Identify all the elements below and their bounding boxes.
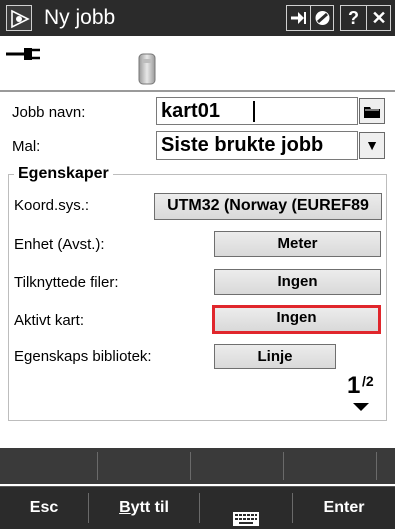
properties-group-title: Egenskaper	[14, 165, 113, 183]
enter-button[interactable]: Enter	[293, 487, 395, 529]
power-plug-icon	[6, 46, 42, 67]
app-logo-icon[interactable]	[6, 5, 32, 31]
switch-to-button[interactable]: Bytt til	[89, 487, 199, 529]
keyboard-button[interactable]	[200, 487, 292, 529]
distance-unit-button[interactable]: Meter	[214, 231, 381, 257]
active-map-button[interactable]: Ingen	[212, 305, 381, 334]
folder-icon	[364, 105, 380, 123]
window-title: Ny jobb	[44, 6, 116, 29]
keyboard-icon	[233, 501, 259, 529]
header-divider	[0, 90, 395, 92]
text-cursor	[253, 101, 255, 122]
coord-system-label: Koord.sys.:	[14, 197, 90, 214]
feature-library-button[interactable]: Linje	[214, 344, 336, 369]
linked-files-label: Tilknyttede filer:	[14, 274, 119, 291]
close-icon[interactable]: ✕	[367, 6, 391, 30]
job-name-field[interactable]: kart01	[156, 97, 358, 125]
switch-to-accesskey: B	[119, 499, 131, 516]
page-total: /2	[362, 373, 374, 389]
switch-to-label: ytt til	[130, 499, 169, 516]
job-name-label: Jobb navn:	[12, 104, 86, 121]
template-label: Mal:	[12, 138, 41, 155]
esc-button[interactable]: Esc	[0, 487, 88, 529]
linked-files-button[interactable]: Ingen	[214, 269, 381, 295]
gps-icon[interactable]	[311, 6, 334, 30]
template-select[interactable]: Siste brukte jobb	[156, 131, 358, 160]
softkey-bar: Esc Bytt til Enter	[0, 486, 395, 529]
device-receiver-icon	[137, 53, 157, 90]
feature-library-label: Egenskaps bibliotek:	[14, 348, 152, 365]
title-bar: Ny jobb ? ✕	[0, 0, 395, 36]
chevron-down-icon: ▼	[365, 137, 379, 153]
title-window-group: ? ✕	[340, 5, 391, 31]
page-current: 1	[347, 372, 361, 399]
active-map-label: Aktivt kart:	[14, 312, 85, 329]
job-name-value: kart01	[161, 100, 220, 122]
function-key-strip	[0, 448, 395, 484]
distance-unit-label: Enhet (Avst.):	[14, 236, 105, 253]
coord-system-button[interactable]: UTM32 (Norway (EUREF89	[154, 193, 382, 220]
forward-icon[interactable]	[287, 6, 310, 30]
help-icon[interactable]: ?	[341, 6, 366, 30]
page-down-icon	[353, 403, 369, 411]
status-strip	[0, 36, 395, 90]
page-indicator[interactable]: 1 /2	[347, 373, 377, 417]
template-dropdown-button[interactable]: ▼	[359, 132, 385, 159]
title-action-group	[286, 5, 334, 31]
template-value: Siste brukte jobb	[161, 134, 324, 156]
browse-folder-button[interactable]	[359, 98, 385, 124]
